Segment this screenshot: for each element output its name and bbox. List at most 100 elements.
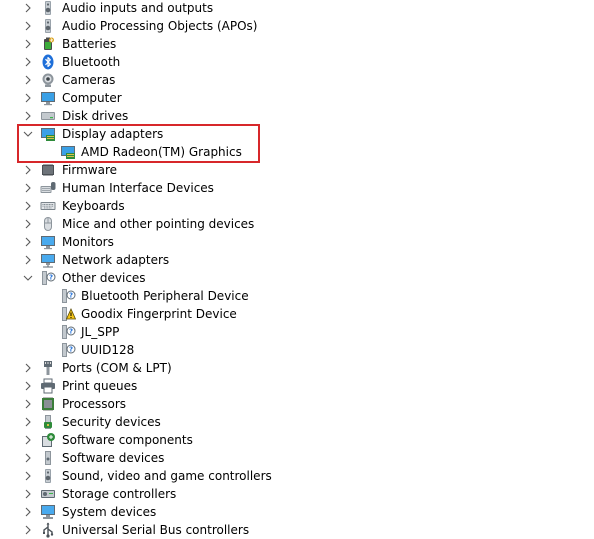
tree-category[interactable]: Software devices: [0, 449, 594, 467]
tree-category[interactable]: Print queues: [0, 377, 594, 395]
chevron-right-icon[interactable]: [22, 38, 34, 50]
chevron-right-icon[interactable]: [22, 488, 34, 500]
chevron-right-icon[interactable]: [22, 506, 34, 518]
port-icon: [40, 360, 56, 376]
unknown-device-icon: ?: [60, 324, 76, 340]
disk-drive-icon: [40, 108, 56, 124]
chevron-right-icon[interactable]: [22, 362, 34, 374]
chevron-right-icon[interactable]: [22, 218, 34, 230]
tree-category[interactable]: Human Interface Devices: [0, 179, 594, 197]
tree-item-label: Monitors: [62, 235, 114, 249]
tree-device[interactable]: AMD Radeon(TM) Graphics: [0, 143, 594, 161]
tree-device[interactable]: Goodix Fingerprint Device: [0, 305, 594, 323]
tree-category[interactable]: ? Other devices: [0, 269, 594, 287]
security-device-icon: [40, 414, 56, 430]
tree-category[interactable]: Firmware: [0, 161, 594, 179]
tree-item-label: Audio Processing Objects (APOs): [62, 19, 258, 33]
tree-category[interactable]: Computer: [0, 89, 594, 107]
chevron-right-icon[interactable]: [22, 236, 34, 248]
tree-category[interactable]: Processors: [0, 395, 594, 413]
chevron-down-icon[interactable]: [22, 128, 34, 140]
hid-icon: [40, 180, 56, 196]
tree-category[interactable]: Software components: [0, 431, 594, 449]
svg-text:?: ?: [69, 328, 73, 336]
tree-category[interactable]: Display adapters: [0, 125, 594, 143]
storage-controller-icon: [40, 486, 56, 502]
tree-item-label: Keyboards: [62, 199, 125, 213]
svg-text:?: ?: [49, 274, 53, 282]
tree-item-label: JL_SPP: [81, 325, 120, 339]
battery-icon: [40, 36, 56, 52]
tree-item-label: Computer: [62, 91, 122, 105]
unknown-device-icon: ?: [60, 342, 76, 358]
chevron-right-icon[interactable]: [22, 20, 34, 32]
tree-item-label: Cameras: [62, 73, 116, 87]
chevron-right-icon[interactable]: [22, 434, 34, 446]
tree-category[interactable]: Monitors: [0, 233, 594, 251]
chevron-down-icon[interactable]: [22, 272, 34, 284]
tree-item-label: Universal Serial Bus controllers: [62, 523, 250, 537]
unknown-device-icon: ?: [40, 270, 56, 286]
tree-category[interactable]: Network adapters: [0, 251, 594, 269]
tree-device[interactable]: ? UUID128: [0, 341, 594, 359]
chevron-right-icon[interactable]: [22, 200, 34, 212]
tree-item-label: Software components: [62, 433, 193, 447]
chevron-right-icon[interactable]: [22, 254, 34, 266]
chevron-right-icon[interactable]: [22, 452, 34, 464]
tree-category[interactable]: Audio Processing Objects (APOs): [0, 17, 594, 35]
speaker-icon: [40, 468, 56, 484]
tree-item-label: Security devices: [62, 415, 161, 429]
computer-icon: [40, 90, 56, 106]
tree-item-label: Human Interface Devices: [62, 181, 214, 195]
tree-category[interactable]: Cameras: [0, 71, 594, 89]
tree-device[interactable]: ? JL_SPP: [0, 323, 594, 341]
tree-category[interactable]: Ports (COM & LPT): [0, 359, 594, 377]
tree-item-label: Mice and other pointing devices: [62, 217, 255, 231]
tree-category[interactable]: Batteries: [0, 35, 594, 53]
processor-icon: [40, 396, 56, 412]
tree-category[interactable]: Audio inputs and outputs: [0, 0, 594, 17]
warning-device-icon: [60, 306, 77, 322]
tree-category[interactable]: Disk drives: [0, 107, 594, 125]
speaker-icon: [40, 18, 56, 34]
svg-text:?: ?: [69, 346, 73, 354]
chevron-right-icon[interactable]: [22, 182, 34, 194]
tree-category[interactable]: System devices: [0, 503, 594, 521]
chevron-right-icon[interactable]: [22, 398, 34, 410]
display-adapter-icon: [40, 126, 56, 142]
tree-category[interactable]: Universal Serial Bus controllers: [0, 521, 594, 539]
monitor-icon: [40, 234, 56, 250]
unknown-device-icon: ?: [60, 288, 76, 304]
tree-item-label: Goodix Fingerprint Device: [81, 307, 237, 321]
tree-category[interactable]: Keyboards: [0, 197, 594, 215]
chevron-right-icon[interactable]: [22, 524, 34, 536]
chevron-right-icon[interactable]: [22, 470, 34, 482]
system-device-icon: [40, 504, 56, 520]
tree-item-label: Firmware: [62, 163, 117, 177]
chevron-right-icon[interactable]: [22, 380, 34, 392]
tree-category[interactable]: Security devices: [0, 413, 594, 431]
tree-item-label: Processors: [62, 397, 127, 411]
tree-category[interactable]: Mice and other pointing devices: [0, 215, 594, 233]
tree-item-label: Ports (COM & LPT): [62, 361, 172, 375]
software-device-icon: [40, 450, 56, 466]
tree-item-label: System devices: [62, 505, 157, 519]
tree-category[interactable]: Bluetooth: [0, 53, 594, 71]
software-component-icon: [40, 432, 56, 448]
tree-item-label: Display adapters: [62, 127, 164, 141]
usb-icon: [40, 522, 56, 538]
chevron-right-icon[interactable]: [22, 56, 34, 68]
chevron-right-icon[interactable]: [22, 110, 34, 122]
tree-device[interactable]: ? Bluetooth Peripheral Device: [0, 287, 594, 305]
tree-category[interactable]: Storage controllers: [0, 485, 594, 503]
chevron-right-icon[interactable]: [22, 416, 34, 428]
chevron-right-icon[interactable]: [22, 164, 34, 176]
tree-item-label: Audio inputs and outputs: [62, 1, 214, 15]
display-adapter-icon: [60, 144, 76, 160]
tree-item-label: AMD Radeon(TM) Graphics: [81, 145, 242, 159]
chevron-right-icon[interactable]: [22, 74, 34, 86]
chevron-right-icon[interactable]: [22, 2, 34, 14]
tree-category[interactable]: Sound, video and game controllers: [0, 467, 594, 485]
tree-item-label: Batteries: [62, 37, 117, 51]
chevron-right-icon[interactable]: [22, 92, 34, 104]
